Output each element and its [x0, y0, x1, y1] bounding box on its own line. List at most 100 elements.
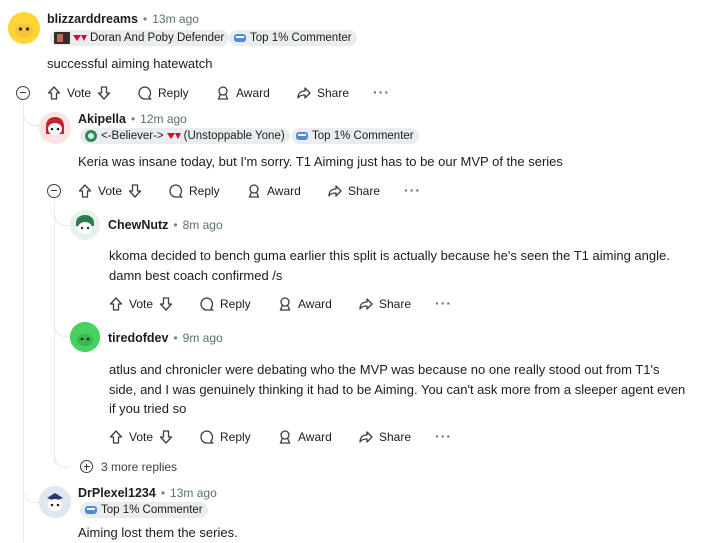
- thread-line: [54, 202, 55, 464]
- thread-curve: [54, 213, 71, 226]
- award-label: Award: [267, 184, 301, 198]
- snoo-avatar-icon: [70, 210, 100, 240]
- upvote-icon[interactable]: [46, 85, 62, 101]
- reply-button[interactable]: Reply: [199, 427, 251, 447]
- comment-text: Aiming lost them the series.: [78, 525, 238, 540]
- t1-logo-icon: [73, 35, 87, 41]
- award-button[interactable]: Award: [215, 83, 270, 103]
- downvote-icon[interactable]: [127, 183, 143, 199]
- reply-button[interactable]: Reply: [137, 83, 189, 103]
- reply-button[interactable]: Reply: [199, 294, 251, 314]
- timestamp[interactable]: 8m ago: [183, 218, 223, 232]
- username[interactable]: blizzarddreams: [47, 12, 138, 26]
- comment-text: damn best coach confirmed /s: [109, 267, 283, 283]
- upvote-group: Vote: [108, 427, 174, 447]
- flair-text: <-Believer->: [101, 130, 164, 142]
- separator: •: [173, 218, 178, 232]
- award-icon: [248, 184, 260, 198]
- flair-text: Top 1% Commenter: [250, 32, 352, 44]
- award-icon: [279, 297, 291, 311]
- top-commenter-flair: Top 1% Commenter: [229, 30, 357, 46]
- award-button[interactable]: Award: [246, 181, 301, 201]
- comment-header: blizzarddreams • 13m ago: [47, 12, 199, 26]
- downvote-icon[interactable]: [96, 85, 112, 101]
- snoo-avatar-icon: [70, 322, 100, 352]
- vote-label: Vote: [129, 430, 154, 444]
- collapse-thread-button[interactable]: [47, 184, 61, 198]
- thread-curve: [54, 455, 69, 468]
- more-replies-link[interactable]: 3 more replies: [101, 460, 177, 474]
- upvote-group: Vote: [77, 181, 143, 201]
- award-icon: [217, 86, 229, 100]
- downvote-icon[interactable]: [158, 296, 174, 312]
- more-options-icon[interactable]: ···: [404, 182, 421, 198]
- comment-body: successful aiming hatewatch: [47, 54, 212, 74]
- flair-portrait-icon: [54, 32, 70, 44]
- flair-text: Top 1% Commenter: [101, 504, 203, 516]
- snoo-avatar-icon: [39, 112, 71, 144]
- share-button[interactable]: Share: [358, 294, 411, 314]
- top-commenter-icon: [234, 34, 246, 42]
- comment-icon: [169, 184, 183, 198]
- timestamp[interactable]: 13m ago: [170, 486, 217, 500]
- flair-text: Top 1% Commenter: [312, 130, 414, 142]
- username[interactable]: tiredofdev: [108, 331, 168, 345]
- share-icon: [359, 431, 373, 443]
- collapse-thread-button[interactable]: [16, 86, 30, 100]
- downvote-icon[interactable]: [158, 429, 174, 445]
- avatar[interactable]: [39, 112, 71, 144]
- timestamp[interactable]: 9m ago: [183, 331, 223, 345]
- username[interactable]: Akipella: [78, 112, 126, 126]
- user-flair: Doran And Poby Defender: [50, 30, 230, 46]
- username[interactable]: ChewNutz: [108, 218, 168, 232]
- comment-header: tiredofdev • 9m ago: [108, 331, 223, 345]
- avatar[interactable]: [8, 12, 40, 44]
- flair-emblem-icon: [85, 130, 97, 142]
- username[interactable]: DrPlexel1234: [78, 486, 156, 500]
- comment-icon: [138, 86, 152, 100]
- comment-body: kkoma decided to bench guma earlier this…: [109, 246, 670, 285]
- comment-icon: [200, 430, 214, 444]
- award-button[interactable]: Award: [277, 294, 332, 314]
- award-icon: [279, 430, 291, 444]
- expand-replies-icon[interactable]: [80, 460, 93, 473]
- more-options-icon[interactable]: ···: [435, 428, 452, 444]
- top-commenter-flair: Top 1% Commenter: [80, 502, 208, 518]
- thread-line: [23, 104, 24, 542]
- top-commenter-icon: [296, 132, 308, 140]
- share-button[interactable]: Share: [296, 83, 349, 103]
- share-icon: [297, 87, 311, 99]
- comment-text: atlus and chronicler were debating who t…: [109, 362, 660, 377]
- comment-text: side, and I was genuinely thinking it ha…: [109, 381, 686, 397]
- timestamp[interactable]: 13m ago: [152, 12, 199, 26]
- vote-label: Vote: [98, 184, 123, 198]
- upvote-group: Vote: [108, 294, 174, 314]
- avatar[interactable]: [39, 486, 71, 518]
- flair-text: Doran And Poby Defender: [90, 32, 225, 44]
- more-options-icon[interactable]: ···: [373, 84, 390, 100]
- upvote-icon[interactable]: [77, 183, 93, 199]
- comment-icon: [200, 297, 214, 311]
- timestamp[interactable]: 12m ago: [140, 112, 187, 126]
- avatar[interactable]: [70, 210, 100, 240]
- separator: •: [160, 486, 166, 500]
- upvote-icon[interactable]: [108, 296, 124, 312]
- reply-button[interactable]: Reply: [168, 181, 220, 201]
- avatar[interactable]: [70, 322, 100, 352]
- thread-curve: [23, 490, 40, 503]
- comment-text: kkoma decided to bench guma earlier this…: [109, 248, 670, 263]
- reply-label: Reply: [189, 184, 220, 198]
- more-options-icon[interactable]: ···: [435, 295, 452, 311]
- thread-curve: [23, 113, 40, 126]
- share-button[interactable]: Share: [327, 181, 380, 201]
- comment-body: Aiming lost them the series.: [78, 523, 238, 543]
- share-label: Share: [317, 86, 350, 100]
- flair-text: (Unstoppable Yone): [183, 130, 285, 142]
- comment-header: ChewNutz • 8m ago: [108, 218, 223, 232]
- top-commenter-icon: [85, 506, 97, 514]
- award-button[interactable]: Award: [277, 427, 332, 447]
- reply-label: Reply: [220, 430, 251, 444]
- upvote-icon[interactable]: [108, 429, 124, 445]
- share-icon: [359, 298, 373, 310]
- share-button[interactable]: Share: [358, 427, 411, 447]
